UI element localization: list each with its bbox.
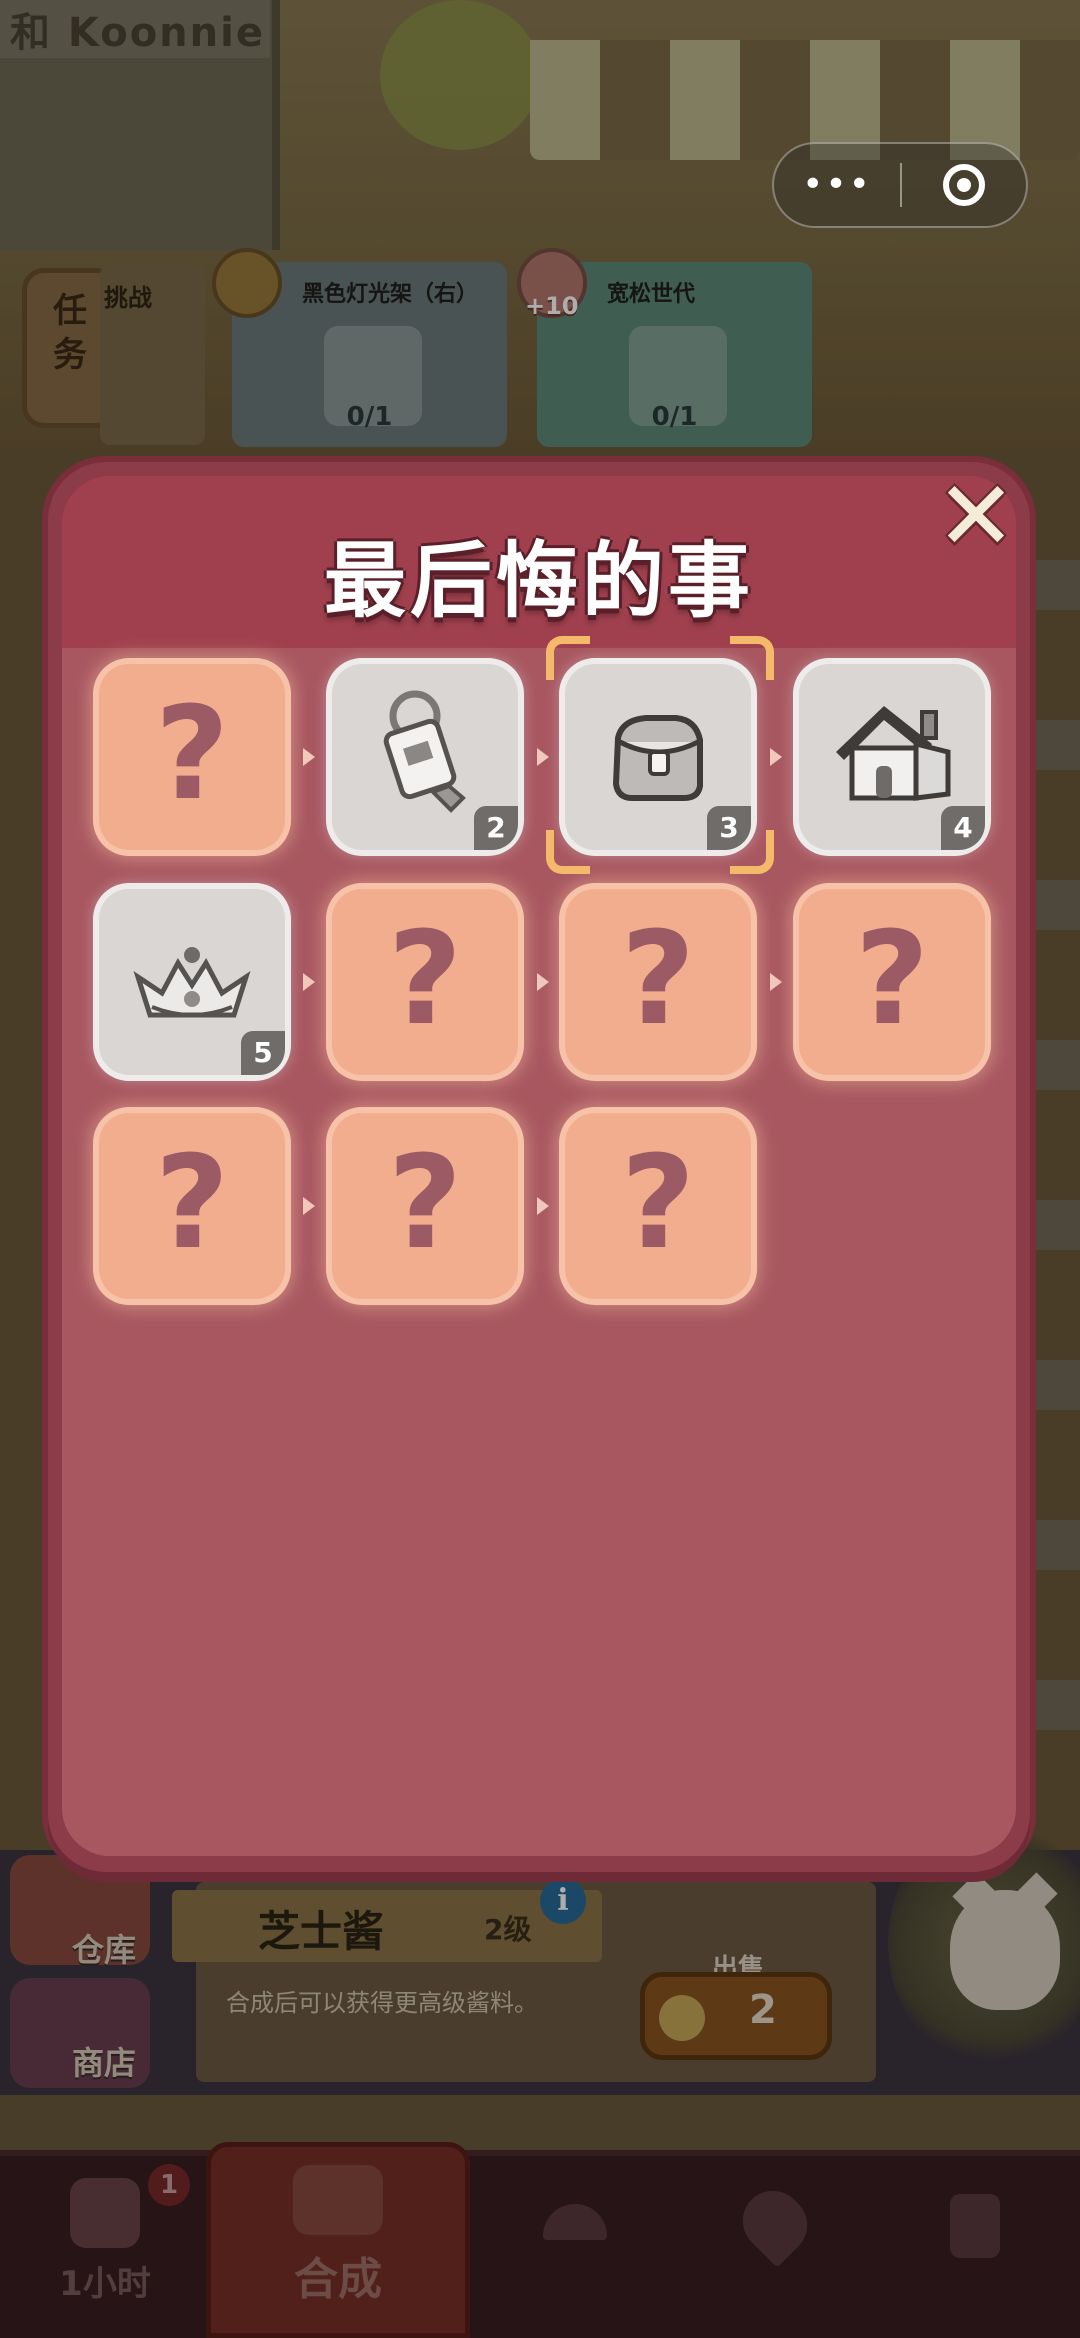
collection-slot-11[interactable]: ? xyxy=(565,1113,751,1299)
miniprogram-capsule: ••• xyxy=(772,142,1028,228)
chain-arrow xyxy=(537,973,549,991)
tag-icon xyxy=(383,690,466,813)
crown-icon xyxy=(133,947,251,1018)
collection-slot-9[interactable]: ? xyxy=(99,1113,285,1299)
modal-title: 最后悔的事 xyxy=(323,534,754,629)
selection-corner xyxy=(730,636,774,680)
collection-slot-4[interactable]: 4 xyxy=(799,664,985,850)
selection-corner xyxy=(546,830,590,874)
bag-icon xyxy=(612,715,703,801)
collection-slot-10[interactable]: ? xyxy=(332,1113,518,1299)
unknown-icon: ? xyxy=(387,1129,463,1278)
target-icon xyxy=(942,164,985,206)
collection-slot-7[interactable]: ? xyxy=(565,889,751,1075)
modal-header: 最后悔的事 xyxy=(62,476,1016,648)
selection-corner xyxy=(546,636,590,680)
chain-arrow xyxy=(303,1197,315,1215)
chain-arrow xyxy=(303,748,315,766)
collection-slot-2[interactable]: 2 xyxy=(332,664,518,850)
close-button[interactable]: ✕ xyxy=(930,460,1022,572)
unknown-icon: ? xyxy=(620,1129,696,1278)
collection-slot-5[interactable]: 5 xyxy=(99,889,285,1075)
close-icon: ✕ xyxy=(935,460,1017,572)
unknown-icon: ? xyxy=(387,905,463,1054)
chain-arrow xyxy=(303,973,315,991)
house-icon xyxy=(836,706,951,801)
collection-slot-3[interactable]: 3 xyxy=(565,664,751,850)
collection-slot-1[interactable]: ? xyxy=(99,664,285,850)
chain-arrow xyxy=(537,748,549,766)
chain-arrow xyxy=(770,748,782,766)
collection-slot-6[interactable]: ? xyxy=(332,889,518,1075)
chain-arrow xyxy=(537,1197,549,1215)
unknown-icon: ? xyxy=(154,680,230,829)
chain-arrow xyxy=(770,973,782,991)
more-menu-button[interactable]: ••• xyxy=(774,167,900,203)
unknown-icon: ? xyxy=(620,905,696,1054)
collection-slot-8[interactable]: ? xyxy=(799,889,985,1075)
unknown-icon: ? xyxy=(154,1129,230,1278)
close-miniprogram-button[interactable] xyxy=(902,164,1026,206)
unknown-icon: ? xyxy=(854,905,930,1054)
selection-corner xyxy=(730,830,774,874)
